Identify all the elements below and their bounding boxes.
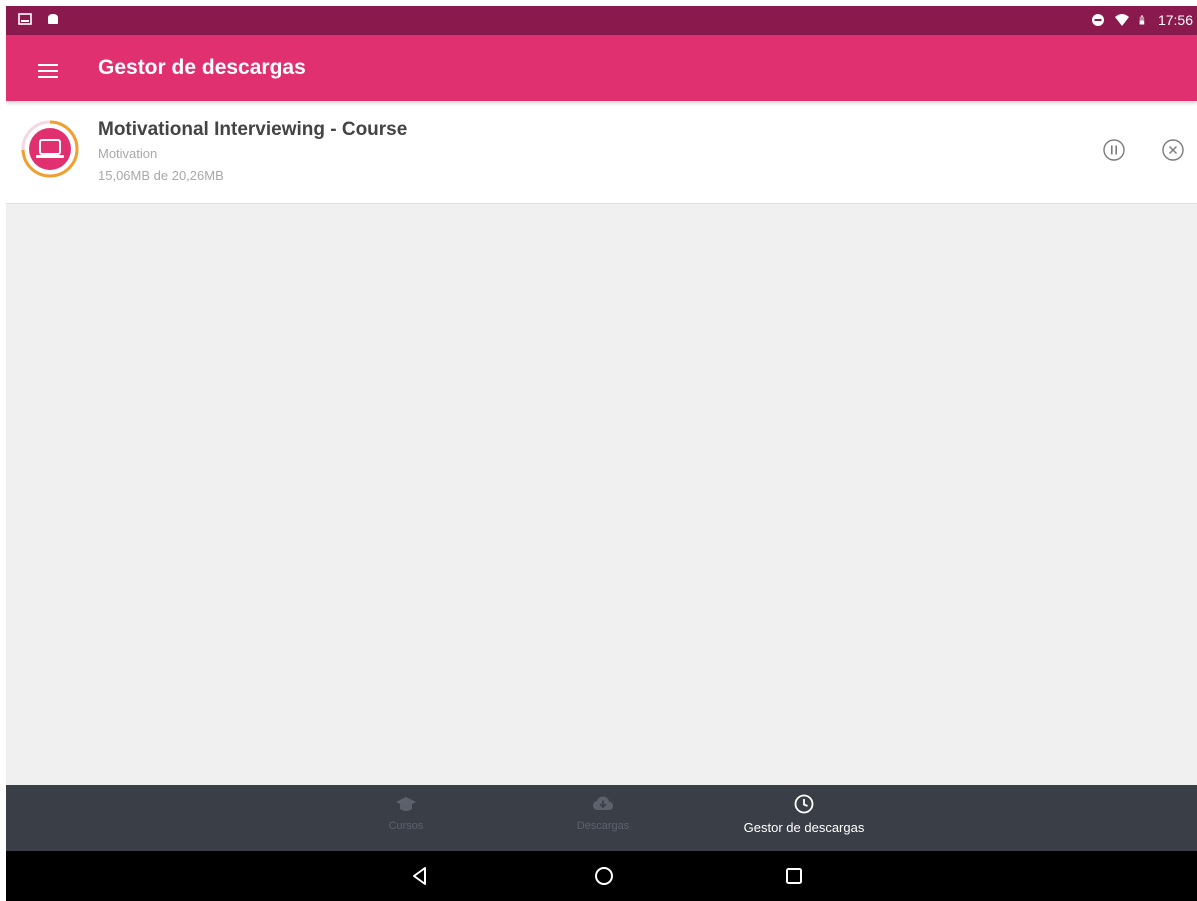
bottom-navigation: Cursos Descargas Gestor de descargas bbox=[6, 785, 1197, 851]
nav-item-descargas[interactable]: Descargas bbox=[568, 793, 638, 832]
do-not-disturb-icon bbox=[1091, 14, 1104, 26]
hamburger-menu-icon[interactable] bbox=[38, 64, 58, 78]
page-title: Gestor de descargas bbox=[98, 56, 306, 79]
nav-label-descargas: Descargas bbox=[576, 820, 630, 832]
back-icon[interactable] bbox=[408, 864, 432, 888]
graduation-cap-icon bbox=[396, 797, 416, 811]
app-bar: Gestor de descargas bbox=[6, 35, 1197, 101]
download-size: 15,06MB de 20,26MB bbox=[98, 168, 224, 183]
cloud-download-icon bbox=[593, 796, 613, 810]
recents-icon[interactable] bbox=[782, 864, 806, 888]
app-screen: 17:56 Gestor de descargas Motivational I… bbox=[6, 6, 1197, 901]
status-time: 17:56 bbox=[1157, 12, 1193, 28]
wifi-icon bbox=[1114, 14, 1129, 26]
nav-label-gestor-de-descargas: Gestor de descargas bbox=[743, 820, 865, 835]
cancel-icon[interactable] bbox=[1161, 138, 1185, 162]
download-subtitle: Motivation bbox=[98, 146, 158, 161]
status-right-icons: 17:56 bbox=[1091, 12, 1193, 28]
nav-item-gestor-de-descargas[interactable]: Gestor de descargas bbox=[724, 793, 884, 835]
download-item[interactable]: Motivational Interviewing - Course Motiv… bbox=[6, 101, 1197, 204]
download-progress-ring bbox=[21, 120, 79, 178]
status-bar: 17:56 bbox=[6, 6, 1197, 35]
nav-item-cursos[interactable]: Cursos bbox=[383, 793, 429, 832]
download-title: Motivational Interviewing - Course bbox=[98, 119, 408, 140]
home-icon[interactable] bbox=[592, 864, 616, 888]
status-left-icons bbox=[18, 12, 60, 26]
pause-icon[interactable] bbox=[1102, 138, 1126, 162]
system-navigation-bar bbox=[6, 851, 1197, 901]
nav-label-cursos: Cursos bbox=[388, 820, 424, 832]
image-icon bbox=[18, 13, 32, 25]
android-icon bbox=[48, 14, 58, 24]
clock-icon bbox=[794, 794, 814, 814]
battery-icon bbox=[1139, 15, 1145, 25]
